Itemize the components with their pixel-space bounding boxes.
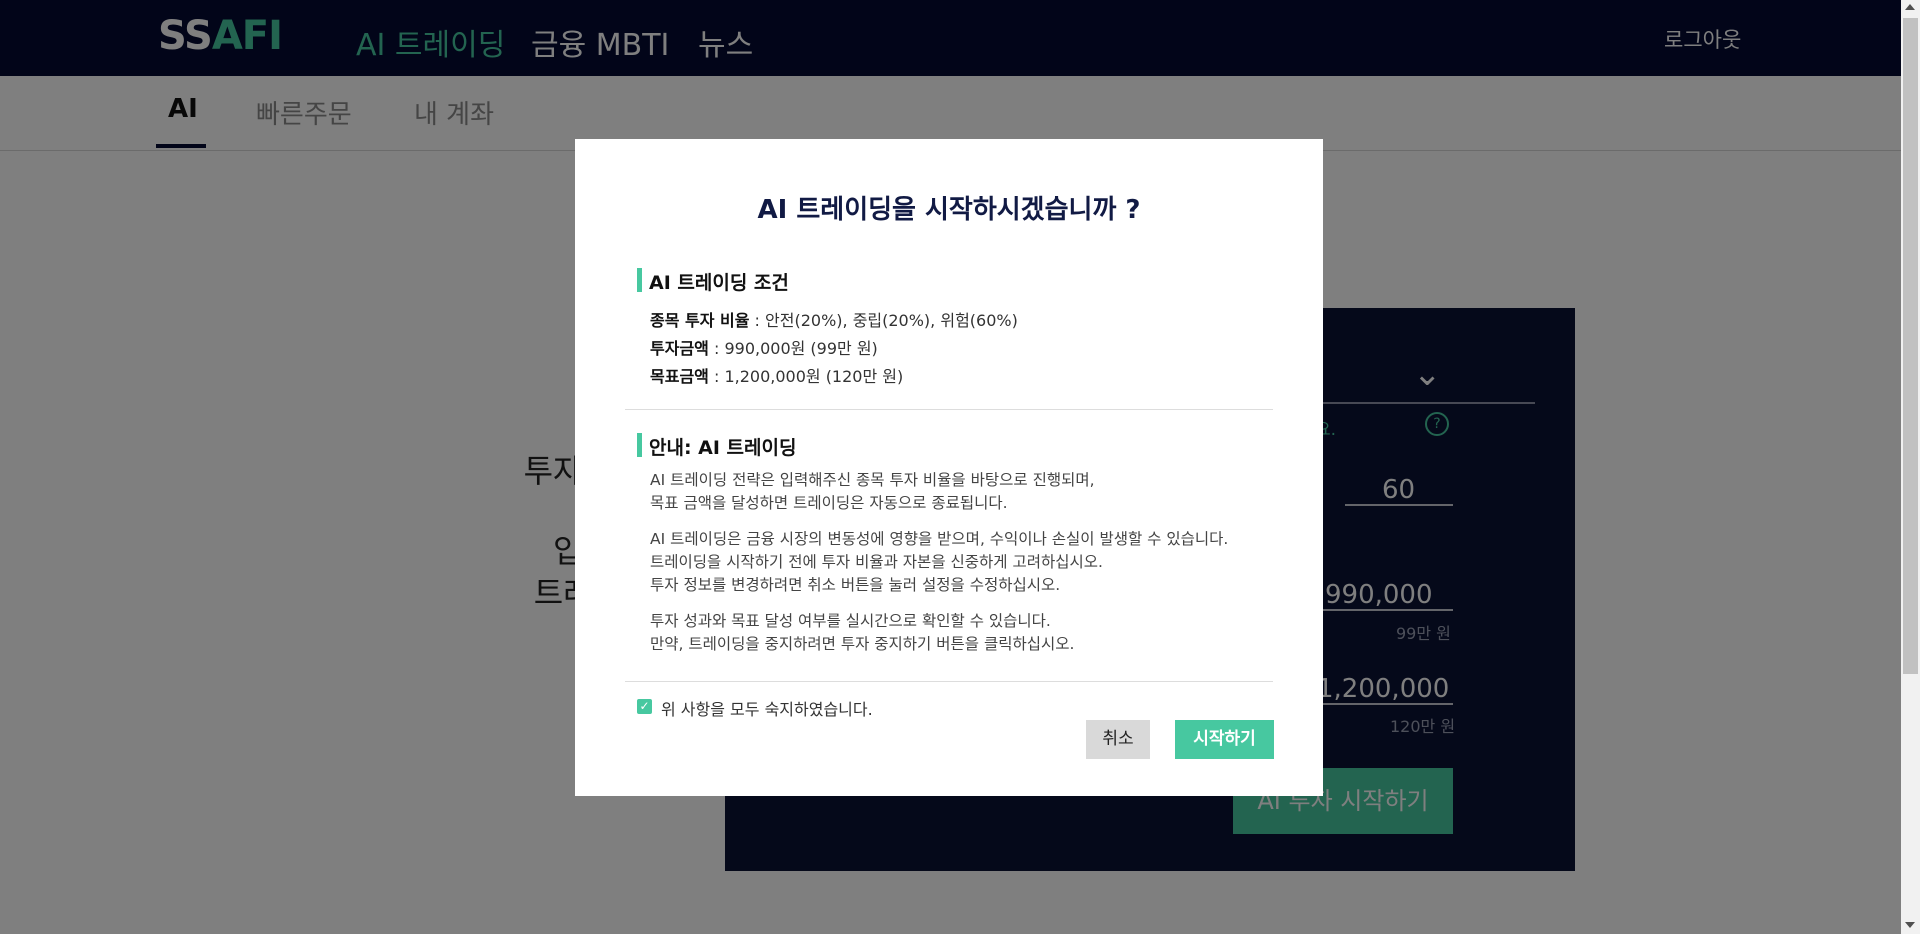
guide-line: 투자 성과와 목표 달성 여부를 실시간으로 확인할 수 있습니다. [650, 612, 1051, 630]
target-label: 목표금액 [650, 367, 709, 386]
scroll-thumb[interactable] [1903, 18, 1918, 674]
guide-paragraph-3: 투자 성과와 목표 달성 여부를 실시간으로 확인할 수 있습니다. 만약, 트… [650, 610, 1074, 656]
amount-value: : 990,000원 (99만 원) [708, 339, 878, 358]
page-scrollbar[interactable] [1901, 0, 1920, 934]
condition-target: 목표금액 : 1,200,000원 (120만 원) [650, 363, 903, 387]
guide-paragraph-2: AI 트레이딩은 금융 시장의 변동성에 영향을 받으며, 수익이나 손실이 발… [650, 528, 1228, 597]
scroll-up-arrow-icon[interactable] [1905, 4, 1915, 10]
conditions-title-text: AI 트레이딩 조건 [649, 272, 789, 294]
ratio-label: 종목 투자 비율 [650, 311, 750, 330]
guide-line: AI 트레이딩 전략은 입력해주신 종목 투자 비율을 바탕으로 진행되며, [650, 471, 1095, 489]
target-value: : 1,200,000원 (120만 원) [708, 367, 904, 386]
guide-paragraph-1: AI 트레이딩 전략은 입력해주신 종목 투자 비율을 바탕으로 진행되며, 목… [650, 469, 1095, 515]
guide-line: 만약, 트레이딩을 중지하려면 투자 중지하기 버튼을 클릭하십시오. [650, 635, 1075, 653]
guide-line: 투자 정보를 변경하려면 취소 버튼을 눌러 설정을 수정하십시오. [650, 576, 1061, 594]
conditions-title: AI 트레이딩 조건 [637, 268, 789, 295]
divider [625, 409, 1273, 410]
cancel-button[interactable]: 취소 [1086, 720, 1150, 759]
confirm-modal: AI 트레이딩을 시작하시겠습니까 ? AI 트레이딩 조건 종목 투자 비율 … [575, 139, 1323, 796]
agree-checkbox[interactable]: ✓ [637, 699, 652, 714]
guide-line: 목표 금액을 달성하면 트레이딩은 자동으로 종료됩니다. [650, 494, 1008, 512]
condition-ratio: 종목 투자 비율 : 안전(20%), 중립(20%), 위험(60%) [650, 307, 1018, 331]
divider [625, 681, 1273, 682]
amount-label: 투자금액 [650, 339, 709, 358]
condition-amount: 투자금액 : 990,000원 (99만 원) [650, 335, 878, 359]
guide-line: AI 트레이딩은 금융 시장의 변동성에 영향을 받으며, 수익이나 손실이 발… [650, 530, 1229, 548]
start-button[interactable]: 시작하기 [1175, 720, 1274, 759]
guide-title-text: 안내: AI 트레이딩 [649, 437, 797, 459]
guide-title: 안내: AI 트레이딩 [637, 433, 796, 460]
guide-line: 트레이딩을 시작하기 전에 투자 비율과 자본을 신중하게 고려하십시오. [650, 553, 1103, 571]
modal-title: AI 트레이딩을 시작하시겠습니까 ? [757, 195, 1141, 225]
agree-label[interactable]: 위 사항을 모두 숙지하였습니다. [661, 696, 873, 720]
ratio-value: : 안전(20%), 중립(20%), 위험(60%) [749, 311, 1018, 330]
scroll-down-arrow-icon[interactable] [1905, 922, 1915, 928]
